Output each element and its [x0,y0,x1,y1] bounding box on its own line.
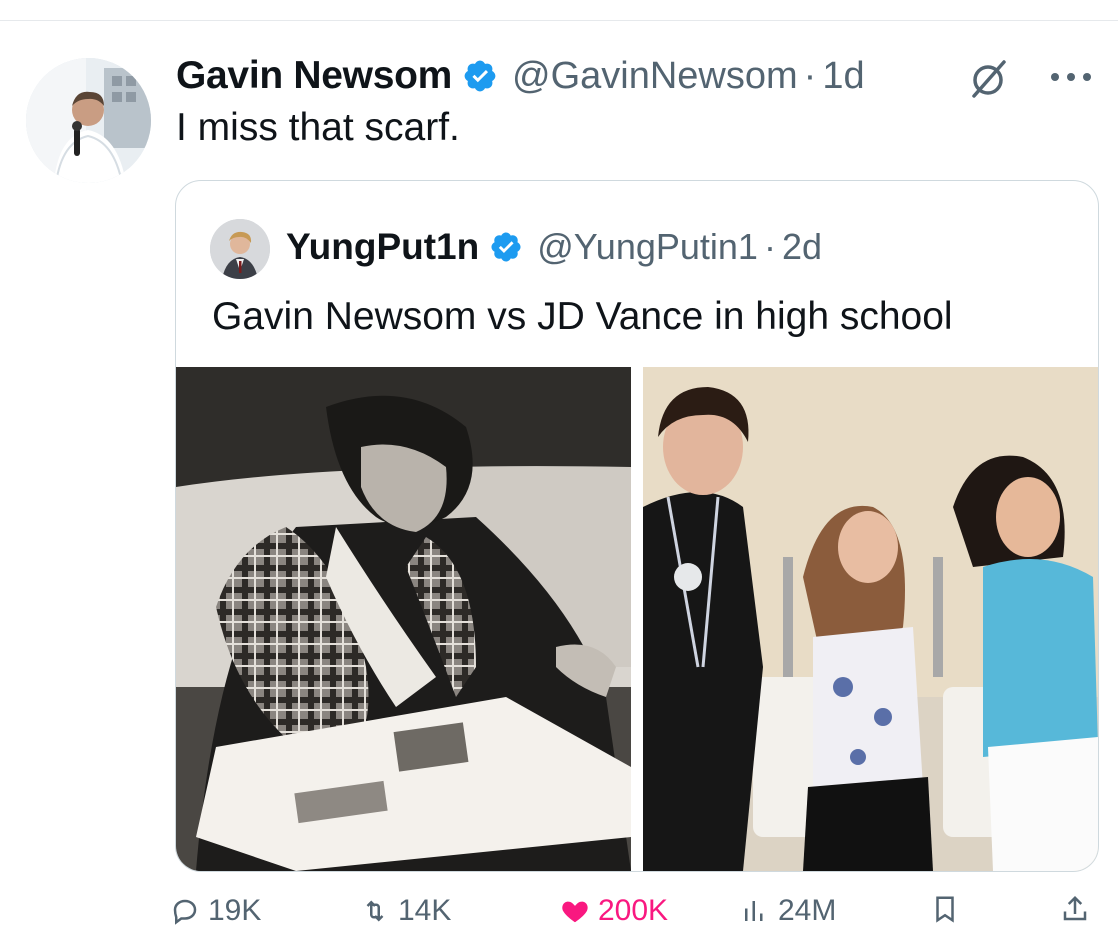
author-avatar[interactable] [26,58,151,183]
media-divider [631,367,643,871]
top-divider [0,20,1118,21]
more-icon[interactable] [1046,70,1096,84]
action-bar: 19K 14K 200K 24M [170,894,1100,927]
quoted-author-handle[interactable]: @YungPutin1 [537,226,758,268]
share-button[interactable] [1060,894,1098,924]
quoted-tweet-time[interactable]: 2d [782,226,822,268]
author-name[interactable]: Gavin Newsom [176,54,452,98]
quoted-author-name[interactable]: YungPut1n [286,226,479,268]
views-count: 24M [778,894,837,927]
tweet-text: I miss that scarf. [176,106,460,149]
verified-badge-icon [462,58,498,94]
views-icon [745,901,763,921]
quoted-tweet-card[interactable]: YungPut1n @YungPutin1 · 2d Gavin Newsom … [175,180,1099,872]
bookmark-icon [936,896,954,923]
like-icon [562,901,588,923]
separator-dot: · [803,54,817,97]
share-icon [1063,895,1087,921]
quoted-tweet-media [176,367,1098,871]
bookmark-button[interactable] [930,894,968,924]
like-count: 200K [598,894,669,927]
quoted-tweet-header: YungPut1n @YungPutin1 · 2d [286,221,822,273]
reply-icon [173,899,197,925]
reply-button[interactable]: 19K [170,894,261,928]
verified-badge-icon [489,230,523,264]
media-photo-left[interactable] [176,367,631,871]
like-button[interactable]: 200K [560,894,668,928]
repost-icon [366,900,384,922]
grok-icon[interactable] [966,56,1012,102]
repost-button[interactable]: 14K [360,894,451,928]
separator-dot: · [763,226,776,267]
views-button[interactable]: 24M [740,894,836,928]
reply-count: 19K [208,894,262,927]
tweet-header: Gavin Newsom @GavinNewsom · 1d [176,50,865,102]
media-photo-right[interactable] [643,367,1098,871]
quoted-author-avatar[interactable] [210,219,270,279]
quoted-tweet-text: Gavin Newsom vs JD Vance in high school [212,295,953,338]
author-handle[interactable]: @GavinNewsom [512,55,798,98]
tweet-time[interactable]: 1d [822,55,864,98]
repost-count: 14K [398,894,452,927]
